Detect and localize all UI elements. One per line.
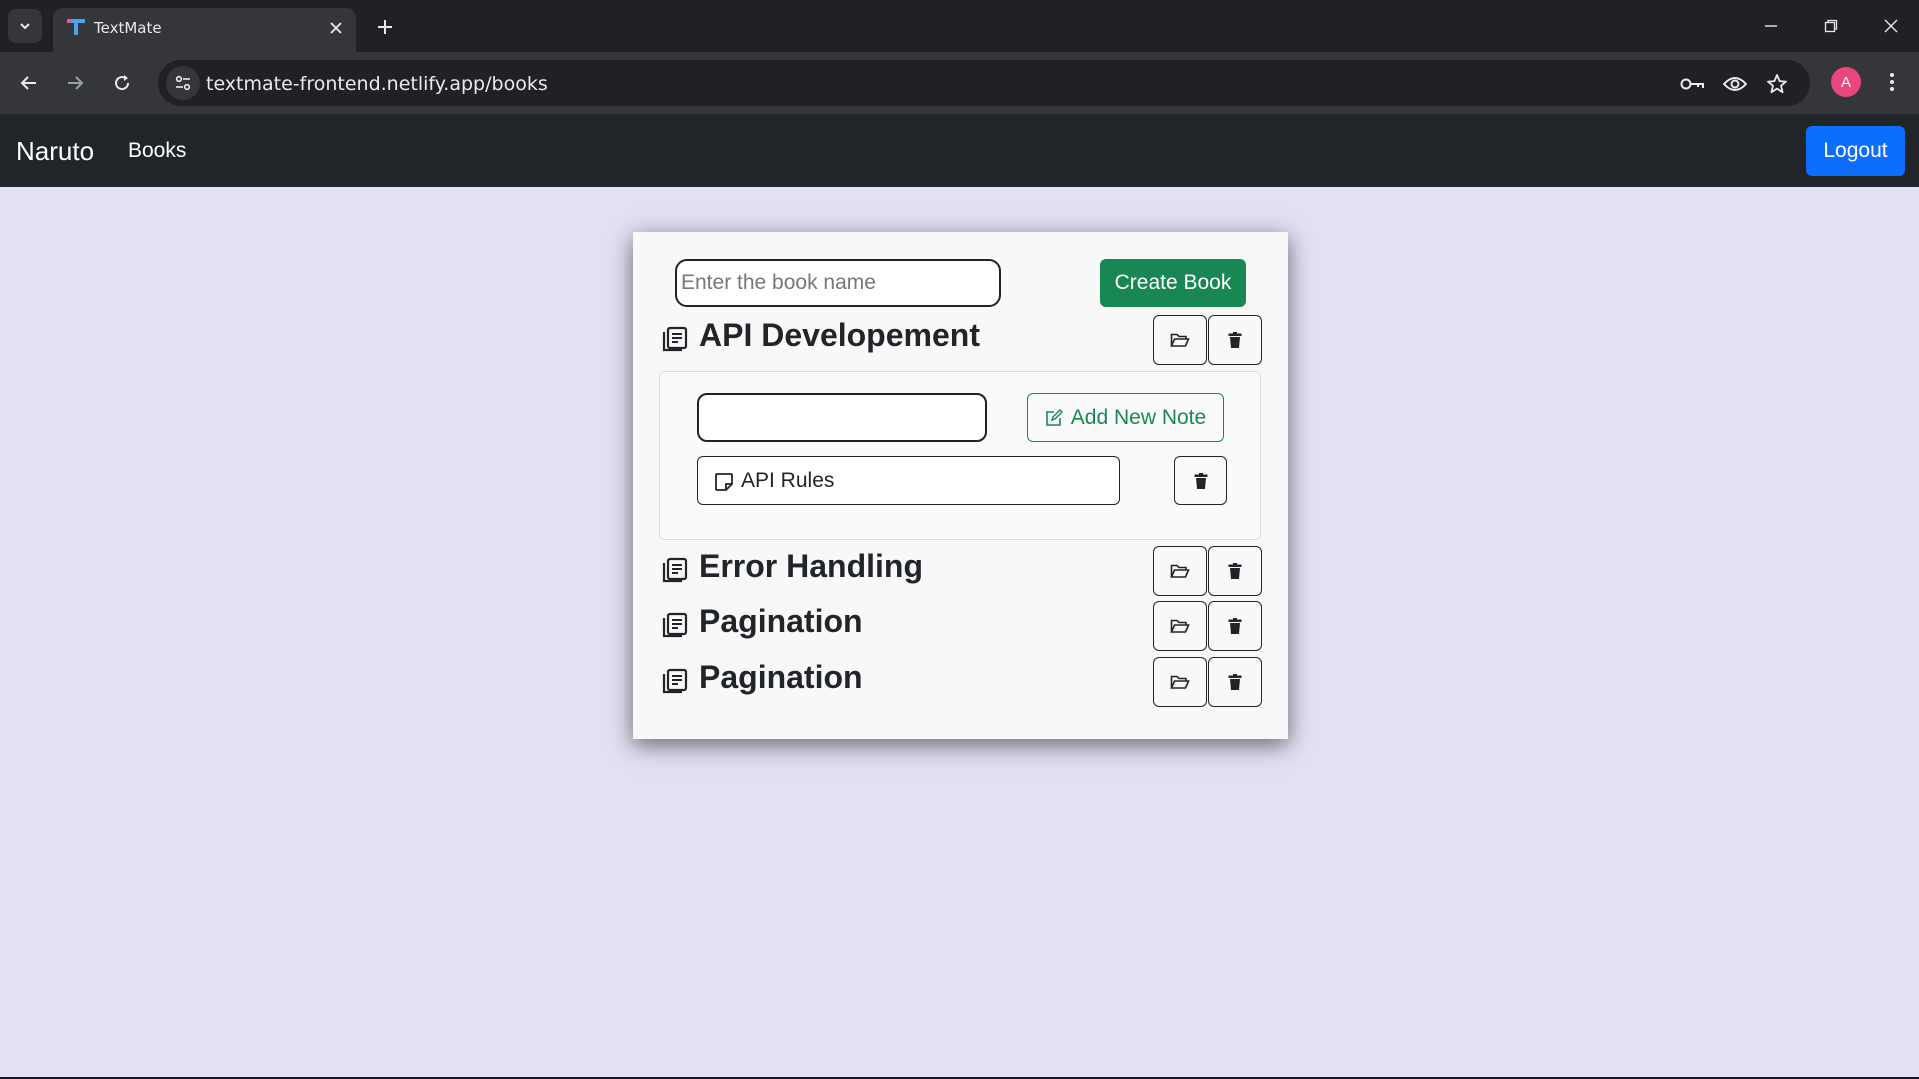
tab-search-button[interactable] — [8, 9, 42, 43]
folder-open-icon — [1170, 675, 1190, 689]
book-title: Error Handling — [699, 548, 924, 584]
arrow-right-icon — [68, 76, 84, 90]
delete-book-button[interactable] — [1208, 315, 1262, 365]
folder-open-icon — [1170, 333, 1190, 347]
journals-icon — [662, 326, 688, 352]
open-book-button[interactable] — [1153, 315, 1207, 365]
book-name-input[interactable] — [675, 259, 1001, 307]
folder-open-icon — [1170, 619, 1190, 633]
journals-icon — [662, 557, 688, 583]
book-row: Pagination — [633, 601, 1288, 651]
book-row: API Developement — [633, 315, 1288, 365]
new-tab-button[interactable] — [370, 12, 400, 42]
close-tab-icon[interactable] — [326, 18, 346, 38]
nav-link-books[interactable]: Books — [128, 139, 186, 163]
book-title: API Developement — [699, 317, 980, 353]
pencil-square-icon — [1045, 408, 1063, 426]
browser-toolbar: textmate-frontend.netlify.app/books A — [0, 52, 1919, 114]
close-window-button[interactable] — [1868, 8, 1914, 44]
back-button[interactable] — [12, 66, 46, 100]
browser-menu-button[interactable] — [1876, 66, 1908, 98]
open-book-button[interactable] — [1153, 657, 1207, 707]
chevron-down-icon — [20, 23, 30, 30]
password-key-icon[interactable] — [1680, 71, 1706, 97]
browser-tabstrip: TextMate — [0, 0, 1919, 52]
kebab-menu-icon — [1890, 73, 1894, 91]
delete-note-button[interactable] — [1174, 456, 1227, 505]
browser-tab[interactable]: TextMate — [53, 8, 356, 52]
delete-book-button[interactable] — [1208, 546, 1262, 596]
sticky-note-icon — [715, 473, 733, 491]
add-new-note-button[interactable]: Add New Note — [1027, 393, 1224, 442]
journals-icon — [662, 612, 688, 638]
restore-button[interactable] — [1808, 8, 1854, 44]
open-book-button[interactable] — [1153, 546, 1207, 596]
trash-icon — [1228, 674, 1242, 690]
eye-icon[interactable] — [1722, 71, 1748, 97]
site-info-button[interactable] — [166, 66, 200, 100]
logout-button[interactable]: Logout — [1806, 126, 1905, 176]
minimize-icon — [1765, 25, 1777, 27]
close-icon — [1884, 19, 1898, 33]
trash-icon — [1194, 472, 1207, 489]
note-name-input[interactable] — [697, 393, 987, 442]
plus-icon — [378, 20, 392, 34]
open-book-button[interactable] — [1153, 601, 1207, 651]
reload-icon — [115, 75, 130, 91]
app-navbar: Naruto Books Logout — [0, 114, 1919, 187]
address-bar[interactable]: textmate-frontend.netlify.app/books — [158, 60, 1810, 106]
book-title: Pagination — [699, 659, 863, 695]
note-title: API Rules — [741, 469, 835, 492]
forward-button[interactable] — [58, 66, 92, 100]
book-row: Pagination — [633, 657, 1288, 707]
journals-icon — [662, 668, 688, 694]
folder-open-icon — [1170, 564, 1190, 578]
add-new-note-label: Add New Note — [1070, 405, 1207, 429]
delete-book-button[interactable] — [1208, 601, 1262, 651]
trash-icon — [1228, 332, 1242, 348]
tune-icon — [175, 75, 191, 91]
profile-avatar[interactable]: A — [1831, 67, 1861, 97]
bookmark-star-icon[interactable] — [1764, 71, 1790, 97]
note-item[interactable]: API Rules — [697, 456, 1120, 505]
delete-book-button[interactable] — [1208, 657, 1262, 707]
book-title: Pagination — [699, 603, 863, 639]
reload-button[interactable] — [105, 66, 139, 100]
textmate-favicon-icon — [67, 19, 85, 35]
create-book-button[interactable]: Create Book — [1100, 259, 1246, 307]
arrow-left-icon — [20, 76, 36, 90]
url-text[interactable]: textmate-frontend.netlify.app/books — [206, 73, 548, 95]
books-card: Create Book API Developement Add New Not… — [633, 232, 1288, 739]
navbar-brand[interactable]: Naruto — [16, 136, 94, 167]
minimize-button[interactable] — [1748, 8, 1794, 44]
tab-title: TextMate — [94, 19, 162, 37]
trash-icon — [1228, 563, 1242, 579]
notes-panel: Add New Note API Rules — [659, 371, 1261, 540]
restore-icon — [1824, 19, 1838, 33]
book-row: Error Handling — [633, 546, 1288, 596]
trash-icon — [1228, 618, 1242, 634]
